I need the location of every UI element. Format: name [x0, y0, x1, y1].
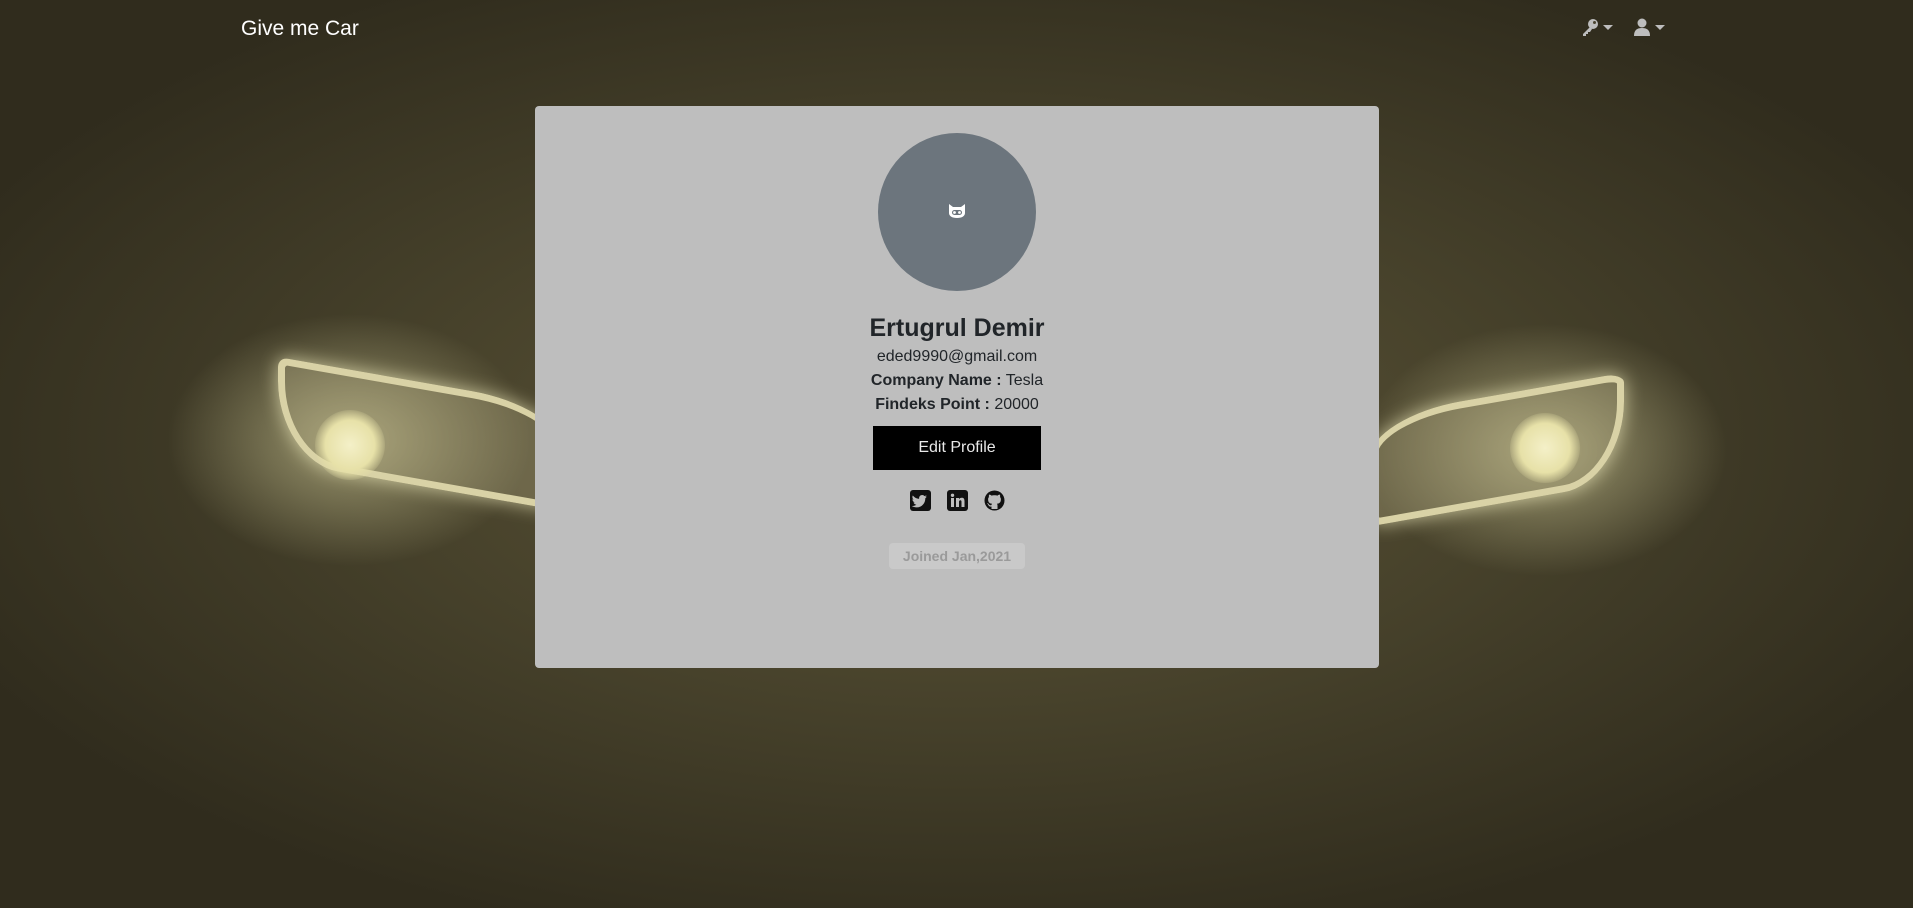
profile-card: Ertugrul Demir eded9990@gmail.com Compan…	[535, 106, 1379, 668]
headlight-right	[1370, 372, 1624, 527]
findeks-row: Findeks Point : 20000	[535, 396, 1379, 414]
social-links	[535, 490, 1379, 511]
edit-profile-button[interactable]: Edit Profile	[873, 426, 1041, 470]
findeks-value: 20000	[994, 396, 1039, 413]
key-icon	[1580, 17, 1600, 42]
headlight-bulb-right	[1510, 413, 1580, 483]
findeks-label: Findeks Point :	[875, 396, 990, 413]
linkedin-icon[interactable]	[946, 490, 968, 511]
chevron-down-icon	[1603, 24, 1613, 30]
joined-badge: Joined Jan,2021	[889, 543, 1025, 569]
user-icon	[1632, 17, 1652, 42]
robot-face-icon	[947, 201, 967, 224]
avatar	[878, 133, 1036, 291]
twitter-icon[interactable]	[909, 490, 931, 511]
chevron-down-icon	[1655, 24, 1665, 30]
company-row: Company Name : Tesla	[535, 372, 1379, 390]
headlight-bulb-left	[315, 410, 385, 480]
user-dropdown[interactable]	[1632, 18, 1665, 40]
company-label: Company Name :	[870, 372, 1002, 389]
company-value: Tesla	[1005, 372, 1044, 389]
profile-name: Ertugrul Demir	[869, 314, 1045, 342]
top-navbar: Give me Car	[0, 0, 1913, 60]
profile-email: eded9990@gmail.com	[876, 348, 1038, 365]
brand-link[interactable]: Give me Car	[241, 17, 359, 41]
key-dropdown[interactable]	[1580, 18, 1613, 40]
github-icon[interactable]	[984, 490, 1005, 511]
